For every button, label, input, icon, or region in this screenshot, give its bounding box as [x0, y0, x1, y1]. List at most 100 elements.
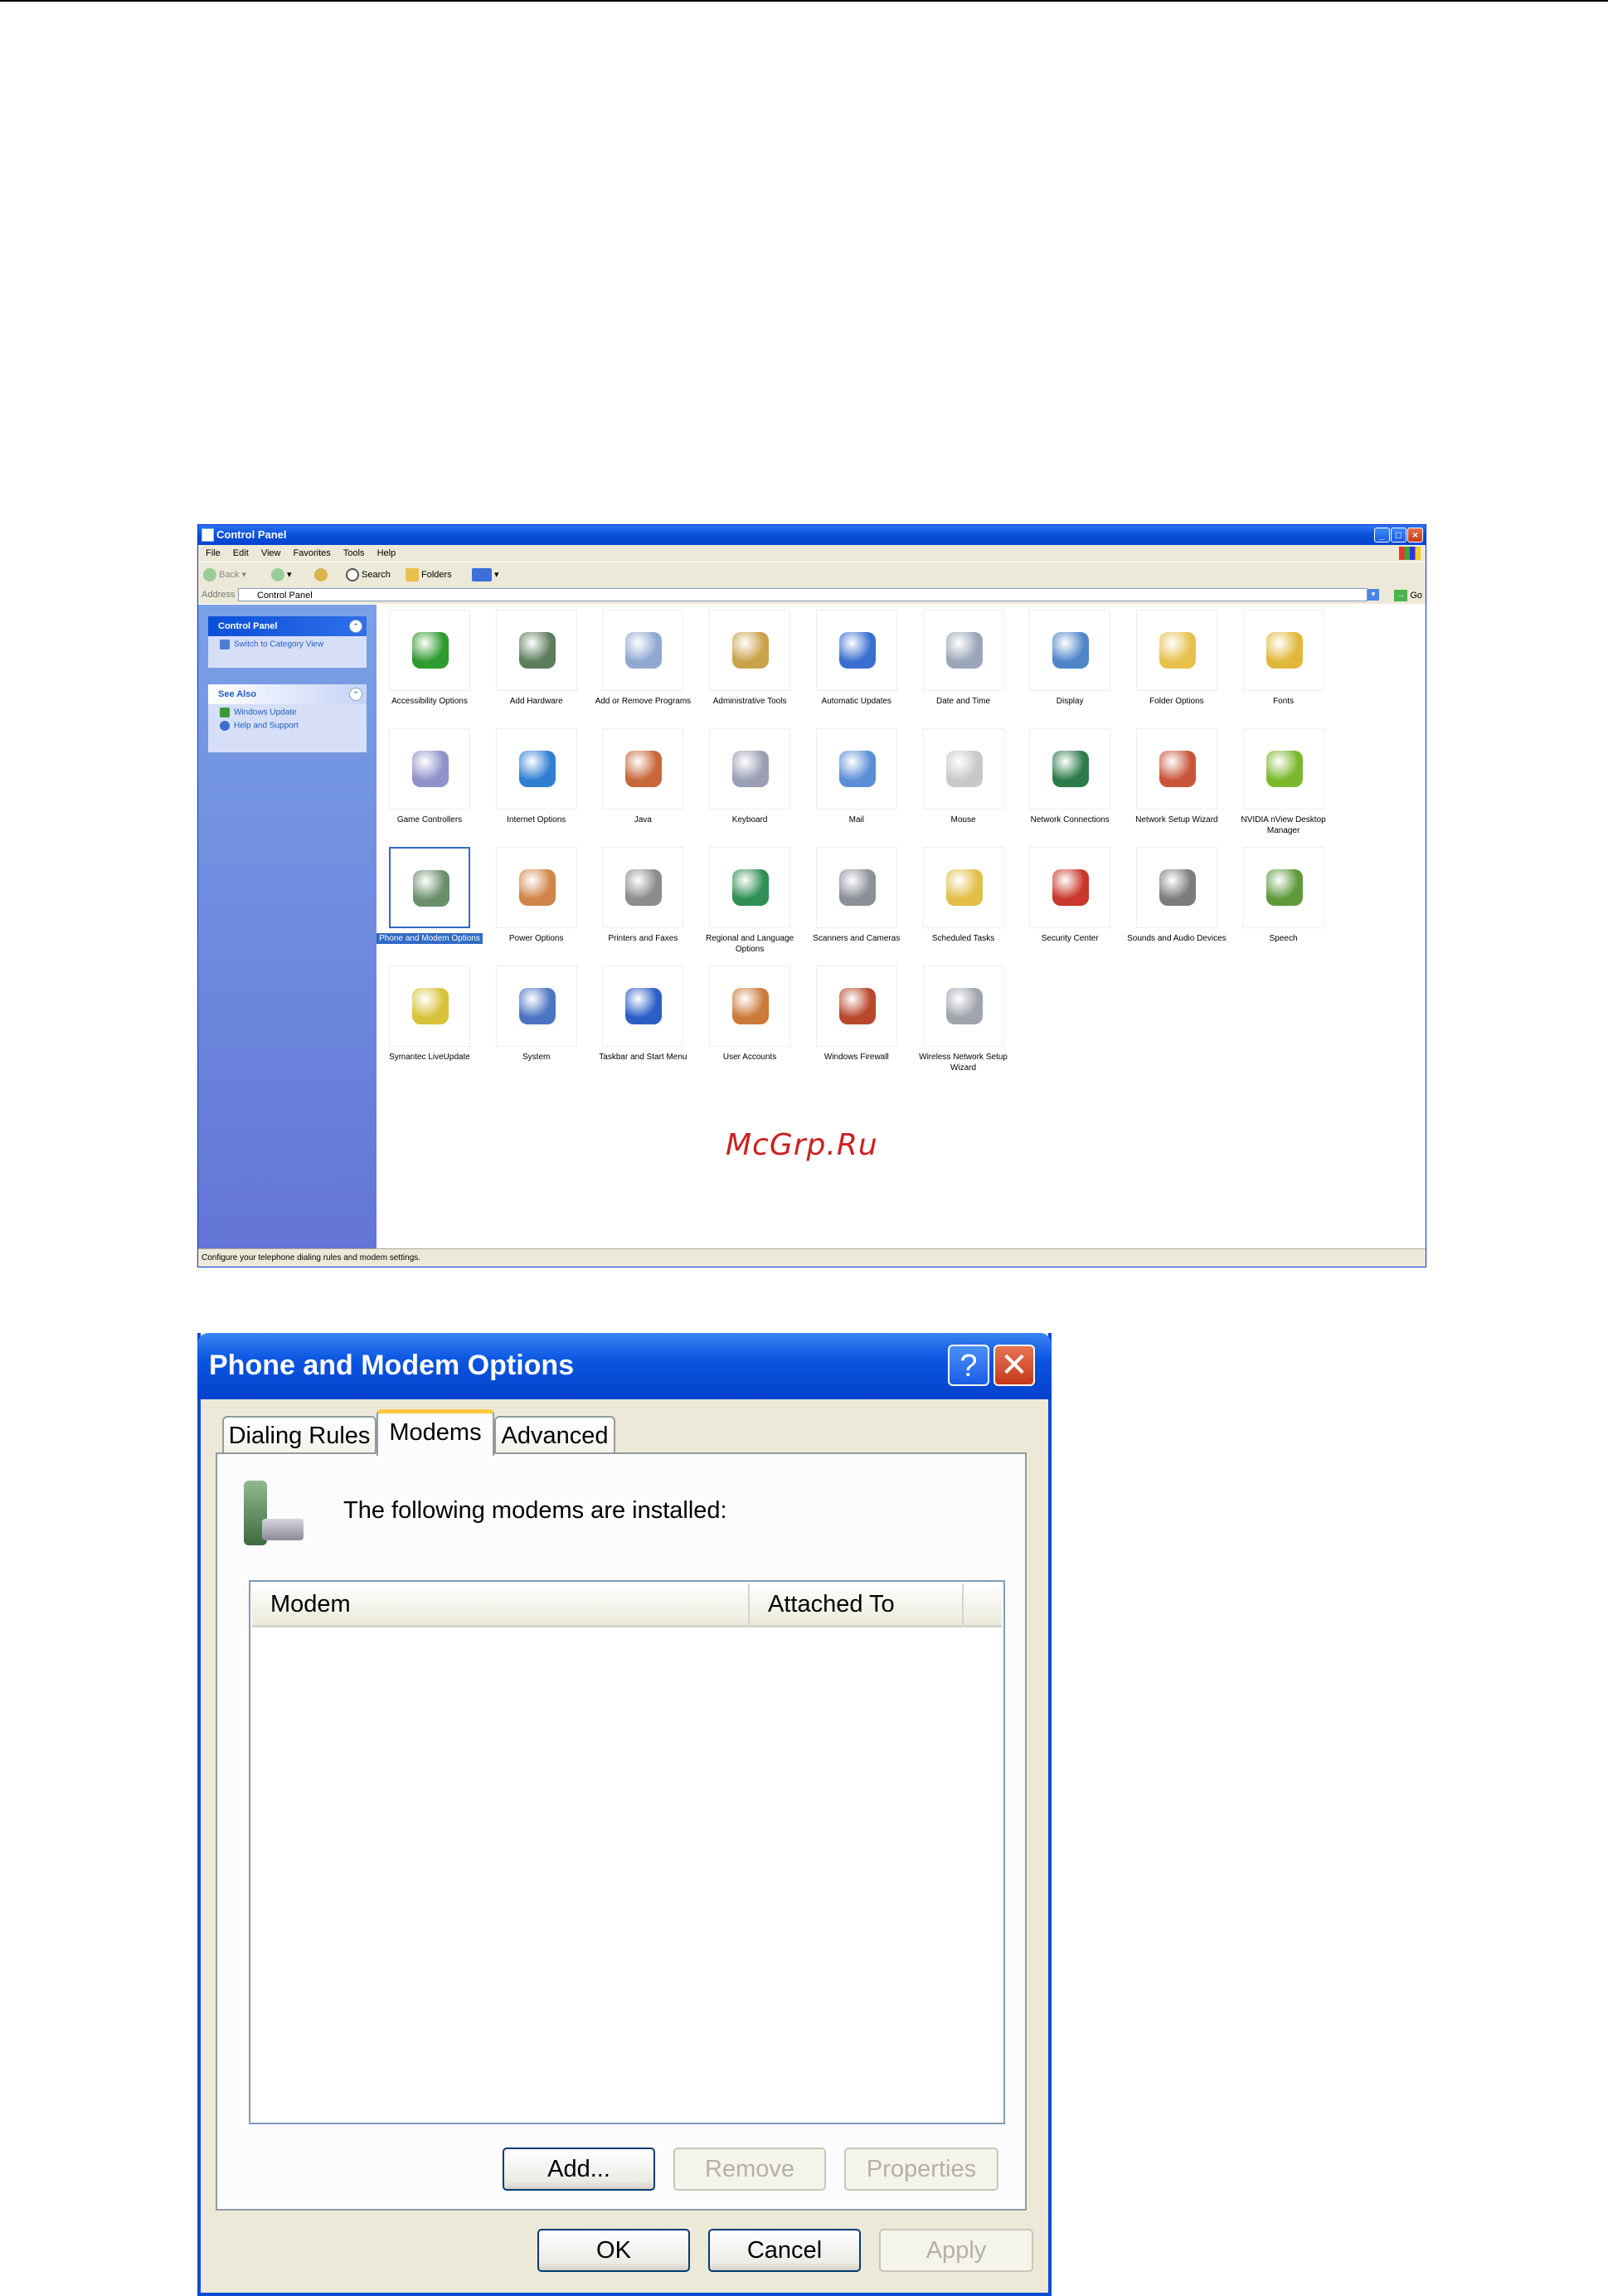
- collapse-chevron-icon[interactable]: ⌃: [349, 688, 362, 701]
- column-header-modem[interactable]: Modem: [252, 1583, 750, 1625]
- user-accounts-icon-frame: [709, 966, 791, 1047]
- tab-advanced[interactable]: Advanced: [494, 1416, 615, 1454]
- control-panel-item-taskbar-and-start-menu[interactable]: Taskbar and Start Menu: [590, 966, 696, 1063]
- control-panel-item-game-controllers[interactable]: Game Controllers: [376, 728, 483, 825]
- control-panel-item-network-connections[interactable]: Network Connections: [1017, 728, 1123, 825]
- control-panel-item-label: Security Center: [1041, 934, 1099, 943]
- address-dropdown[interactable]: ▼: [1368, 589, 1379, 601]
- address-input[interactable]: Control Panel: [238, 588, 1368, 601]
- control-panel-item-scheduled-tasks[interactable]: Scheduled Tasks: [911, 847, 1017, 944]
- taskbar-and-start-menu-icon-frame: [602, 966, 684, 1047]
- menu-edit[interactable]: Edit: [233, 545, 249, 562]
- control-panel-item-label: Display: [1056, 697, 1084, 706]
- address-label: Address: [202, 590, 236, 600]
- control-panel-item-accessibility-options[interactable]: Accessibility Options: [376, 610, 483, 707]
- help-and-support-link[interactable]: Help and Support: [208, 721, 367, 734]
- control-panel-item-label: System: [522, 1053, 551, 1062]
- close-button[interactable]: ×: [1407, 528, 1423, 542]
- control-panel-item-add-hardware[interactable]: Add Hardware: [483, 610, 590, 707]
- control-panel-item-folder-options[interactable]: Folder Options: [1124, 610, 1230, 707]
- dialog-title: Phone and Modem Options: [209, 1350, 575, 1381]
- back-button[interactable]: Back ▾: [203, 567, 246, 582]
- folder-options-icon: [1159, 632, 1196, 669]
- control-panel-item-label: Network Connections: [1030, 815, 1110, 825]
- minimize-button[interactable]: _: [1374, 528, 1390, 542]
- network-connections-icon-frame: [1029, 728, 1111, 810]
- menu-help[interactable]: Help: [377, 545, 396, 562]
- control-panel-item-administrative-tools[interactable]: Administrative Tools: [697, 610, 803, 707]
- control-panel-item-fonts[interactable]: Fonts: [1231, 610, 1337, 707]
- maximize-button[interactable]: □: [1391, 528, 1406, 542]
- control-panel-item-wireless-network-setup-wizard[interactable]: Wireless Network Setup Wizard: [911, 966, 1017, 1073]
- menu-favorites[interactable]: Favorites: [294, 545, 331, 562]
- control-panel-item-printers-and-faxes[interactable]: Printers and Faxes: [590, 847, 696, 944]
- control-panel-item-add-or-remove-programs[interactable]: Add or Remove Programs: [590, 610, 696, 707]
- tab-modems[interactable]: Modems: [376, 1409, 494, 1456]
- control-panel-item-java[interactable]: Java: [590, 728, 696, 825]
- windows-update-link[interactable]: Windows Update: [208, 704, 367, 721]
- control-panel-item-label: Game Controllers: [396, 815, 463, 825]
- tab-dialing-rules[interactable]: Dialing Rules: [222, 1416, 376, 1454]
- control-panel-item-nvidia-nview-desktop-manager[interactable]: NVIDIA nView Desktop Manager: [1231, 728, 1337, 836]
- add-hardware-icon: [518, 632, 556, 669]
- top-rule: [0, 0, 1608, 2]
- folders-icon: [406, 568, 419, 582]
- power-options-icon-frame: [495, 847, 577, 928]
- apply-button[interactable]: Apply: [879, 2229, 1033, 2272]
- column-header-attached-to[interactable]: Attached To: [750, 1583, 964, 1625]
- control-panel-item-label: NVIDIA nView Desktop Manager: [1241, 815, 1326, 835]
- properties-button[interactable]: Properties: [844, 2148, 998, 2191]
- control-panel-item-label: Internet Options: [507, 815, 566, 825]
- collapse-chevron-icon[interactable]: ⌃: [349, 620, 362, 633]
- menu-tools[interactable]: Tools: [343, 545, 365, 562]
- control-panel-item-internet-options[interactable]: Internet Options: [483, 728, 590, 825]
- date-and-time-icon-frame: [922, 610, 1004, 691]
- control-panel-item-windows-firewall[interactable]: Windows Firewall: [804, 966, 910, 1063]
- modem-list[interactable]: Modem Attached To: [249, 1580, 1005, 2124]
- control-panel-item-label: Power Options: [508, 934, 564, 943]
- switch-to-category-view-link[interactable]: Switch to Category View: [208, 636, 367, 653]
- remove-button[interactable]: Remove: [673, 2148, 826, 2191]
- folders-button[interactable]: Folders: [406, 567, 452, 582]
- control-panel-item-label: Folder Options: [1149, 697, 1204, 706]
- control-panel-item-mouse[interactable]: Mouse: [911, 728, 1017, 825]
- control-panel-item-network-setup-wizard[interactable]: Network Setup Wizard: [1124, 728, 1230, 825]
- symantec-liveupdate-icon: [412, 988, 449, 1024]
- control-panel-item-power-options[interactable]: Power Options: [483, 847, 590, 944]
- regional-and-language-options-icon-frame: [709, 847, 791, 928]
- control-panel-item-regional-and-language-options[interactable]: Regional and Language Options: [697, 847, 803, 955]
- system-icon-frame: [495, 966, 577, 1047]
- menu-view[interactable]: View: [261, 545, 281, 562]
- ok-button[interactable]: OK: [537, 2229, 690, 2272]
- sounds-and-audio-devices-icon: [1159, 869, 1196, 906]
- control-panel-item-keyboard[interactable]: Keyboard: [697, 728, 803, 825]
- add-button[interactable]: Add...: [503, 2148, 655, 2191]
- cancel-button[interactable]: Cancel: [708, 2229, 861, 2272]
- control-panel-item-symantec-liveupdate[interactable]: Symantec LiveUpdate: [376, 966, 483, 1063]
- control-panel-item-security-center[interactable]: Security Center: [1017, 847, 1123, 944]
- control-panel-item-automatic-updates[interactable]: Automatic Updates: [804, 610, 910, 707]
- forward-button[interactable]: ▾: [271, 567, 292, 582]
- control-panel-item-label: Automatic Updates: [821, 697, 892, 706]
- control-panel-item-system[interactable]: System: [483, 966, 590, 1063]
- search-button[interactable]: Search: [346, 567, 391, 582]
- help-button[interactable]: ?: [948, 1345, 989, 1386]
- menu-bar: File Edit View Favorites Tools Help: [198, 545, 1426, 562]
- control-panel-item-display[interactable]: Display: [1017, 610, 1123, 707]
- control-panel-item-user-accounts[interactable]: User Accounts: [697, 966, 803, 1063]
- control-panel-item-speech[interactable]: Speech: [1231, 847, 1337, 944]
- close-button[interactable]: ✕: [993, 1345, 1035, 1386]
- control-panel-item-scanners-and-cameras[interactable]: Scanners and Cameras: [804, 847, 910, 944]
- intro-text: The following modems are installed:: [343, 1497, 727, 1524]
- fonts-icon: [1266, 632, 1303, 669]
- control-panel-item-phone-and-modem-options[interactable]: Phone and Modem Options: [376, 847, 483, 944]
- printers-and-faxes-icon-frame: [602, 847, 684, 928]
- menu-file[interactable]: File: [206, 545, 221, 562]
- scanners-and-cameras-icon-frame: [815, 847, 897, 928]
- control-panel-item-mail[interactable]: Mail: [804, 728, 910, 825]
- control-panel-item-sounds-and-audio-devices[interactable]: Sounds and Audio Devices: [1124, 847, 1230, 944]
- up-folder-button[interactable]: [314, 567, 330, 582]
- control-panel-item-date-and-time[interactable]: Date and Time: [911, 610, 1017, 707]
- go-button[interactable]: → Go: [1394, 589, 1422, 602]
- views-button[interactable]: ▾: [472, 567, 499, 582]
